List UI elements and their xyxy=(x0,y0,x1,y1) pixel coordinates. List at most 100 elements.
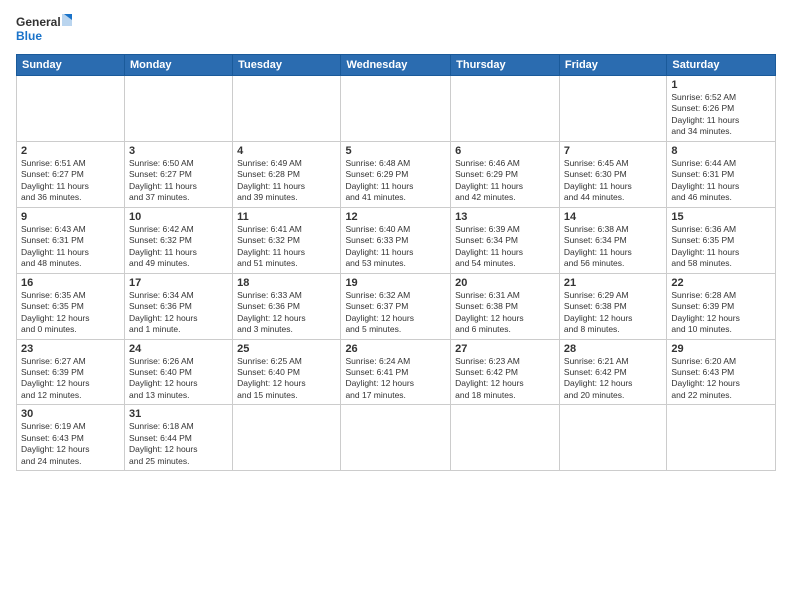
calendar-cell xyxy=(341,405,451,471)
day-number: 13 xyxy=(455,211,555,223)
calendar-week-3: 16Sunrise: 6:35 AM Sunset: 6:35 PM Dayli… xyxy=(17,273,776,339)
calendar-cell: 18Sunrise: 6:33 AM Sunset: 6:36 PM Dayli… xyxy=(233,273,341,339)
day-number: 3 xyxy=(129,145,228,157)
calendar-cell xyxy=(559,405,666,471)
day-number: 30 xyxy=(21,408,120,420)
weekday-header-saturday: Saturday xyxy=(667,55,776,76)
day-number: 4 xyxy=(237,145,336,157)
day-info: Sunrise: 6:49 AM Sunset: 6:28 PM Dayligh… xyxy=(237,158,336,204)
calendar-week-4: 23Sunrise: 6:27 AM Sunset: 6:39 PM Dayli… xyxy=(17,339,776,405)
calendar-cell xyxy=(667,405,776,471)
day-info: Sunrise: 6:48 AM Sunset: 6:29 PM Dayligh… xyxy=(345,158,446,204)
day-number: 9 xyxy=(21,211,120,223)
calendar-cell: 28Sunrise: 6:21 AM Sunset: 6:42 PM Dayli… xyxy=(559,339,666,405)
day-info: Sunrise: 6:23 AM Sunset: 6:42 PM Dayligh… xyxy=(455,356,555,402)
day-info: Sunrise: 6:28 AM Sunset: 6:39 PM Dayligh… xyxy=(671,290,771,336)
day-number: 19 xyxy=(345,277,446,289)
calendar-cell xyxy=(233,405,341,471)
day-number: 25 xyxy=(237,343,336,355)
calendar-week-2: 9Sunrise: 6:43 AM Sunset: 6:31 PM Daylig… xyxy=(17,207,776,273)
calendar-cell: 25Sunrise: 6:25 AM Sunset: 6:40 PM Dayli… xyxy=(233,339,341,405)
day-info: Sunrise: 6:32 AM Sunset: 6:37 PM Dayligh… xyxy=(345,290,446,336)
calendar-cell xyxy=(124,76,232,142)
day-info: Sunrise: 6:18 AM Sunset: 6:44 PM Dayligh… xyxy=(129,421,228,467)
calendar-cell: 4Sunrise: 6:49 AM Sunset: 6:28 PM Daylig… xyxy=(233,141,341,207)
calendar-cell: 19Sunrise: 6:32 AM Sunset: 6:37 PM Dayli… xyxy=(341,273,451,339)
calendar-cell: 16Sunrise: 6:35 AM Sunset: 6:35 PM Dayli… xyxy=(17,273,125,339)
day-info: Sunrise: 6:27 AM Sunset: 6:39 PM Dayligh… xyxy=(21,356,120,402)
calendar-cell: 15Sunrise: 6:36 AM Sunset: 6:35 PM Dayli… xyxy=(667,207,776,273)
day-info: Sunrise: 6:21 AM Sunset: 6:42 PM Dayligh… xyxy=(564,356,662,402)
day-number: 10 xyxy=(129,211,228,223)
weekday-header-thursday: Thursday xyxy=(451,55,560,76)
day-info: Sunrise: 6:46 AM Sunset: 6:29 PM Dayligh… xyxy=(455,158,555,204)
weekday-header-sunday: Sunday xyxy=(17,55,125,76)
svg-text:Blue: Blue xyxy=(16,29,42,43)
weekday-header-wednesday: Wednesday xyxy=(341,55,451,76)
logo-svg: General Blue xyxy=(16,12,74,48)
calendar-cell: 29Sunrise: 6:20 AM Sunset: 6:43 PM Dayli… xyxy=(667,339,776,405)
calendar-cell: 14Sunrise: 6:38 AM Sunset: 6:34 PM Dayli… xyxy=(559,207,666,273)
day-number: 28 xyxy=(564,343,662,355)
weekday-header-friday: Friday xyxy=(559,55,666,76)
calendar-cell xyxy=(17,76,125,142)
calendar-cell xyxy=(451,405,560,471)
calendar-cell: 17Sunrise: 6:34 AM Sunset: 6:36 PM Dayli… xyxy=(124,273,232,339)
day-number: 2 xyxy=(21,145,120,157)
day-number: 22 xyxy=(671,277,771,289)
calendar-cell: 9Sunrise: 6:43 AM Sunset: 6:31 PM Daylig… xyxy=(17,207,125,273)
day-number: 18 xyxy=(237,277,336,289)
day-number: 24 xyxy=(129,343,228,355)
calendar-cell: 31Sunrise: 6:18 AM Sunset: 6:44 PM Dayli… xyxy=(124,405,232,471)
day-info: Sunrise: 6:36 AM Sunset: 6:35 PM Dayligh… xyxy=(671,224,771,270)
day-info: Sunrise: 6:33 AM Sunset: 6:36 PM Dayligh… xyxy=(237,290,336,336)
day-info: Sunrise: 6:20 AM Sunset: 6:43 PM Dayligh… xyxy=(671,356,771,402)
day-number: 31 xyxy=(129,408,228,420)
day-number: 8 xyxy=(671,145,771,157)
calendar-cell: 8Sunrise: 6:44 AM Sunset: 6:31 PM Daylig… xyxy=(667,141,776,207)
calendar-cell: 6Sunrise: 6:46 AM Sunset: 6:29 PM Daylig… xyxy=(451,141,560,207)
day-info: Sunrise: 6:51 AM Sunset: 6:27 PM Dayligh… xyxy=(21,158,120,204)
calendar: SundayMondayTuesdayWednesdayThursdayFrid… xyxy=(16,54,776,471)
day-number: 1 xyxy=(671,79,771,91)
calendar-cell: 30Sunrise: 6:19 AM Sunset: 6:43 PM Dayli… xyxy=(17,405,125,471)
day-number: 26 xyxy=(345,343,446,355)
day-info: Sunrise: 6:19 AM Sunset: 6:43 PM Dayligh… xyxy=(21,421,120,467)
weekday-header-tuesday: Tuesday xyxy=(233,55,341,76)
day-info: Sunrise: 6:34 AM Sunset: 6:36 PM Dayligh… xyxy=(129,290,228,336)
weekday-header-monday: Monday xyxy=(124,55,232,76)
day-info: Sunrise: 6:35 AM Sunset: 6:35 PM Dayligh… xyxy=(21,290,120,336)
day-info: Sunrise: 6:43 AM Sunset: 6:31 PM Dayligh… xyxy=(21,224,120,270)
svg-text:General: General xyxy=(16,15,61,29)
day-number: 27 xyxy=(455,343,555,355)
day-info: Sunrise: 6:44 AM Sunset: 6:31 PM Dayligh… xyxy=(671,158,771,204)
day-info: Sunrise: 6:31 AM Sunset: 6:38 PM Dayligh… xyxy=(455,290,555,336)
logo: General Blue xyxy=(16,12,74,48)
day-number: 15 xyxy=(671,211,771,223)
calendar-cell: 12Sunrise: 6:40 AM Sunset: 6:33 PM Dayli… xyxy=(341,207,451,273)
calendar-cell: 22Sunrise: 6:28 AM Sunset: 6:39 PM Dayli… xyxy=(667,273,776,339)
day-number: 16 xyxy=(21,277,120,289)
calendar-cell: 20Sunrise: 6:31 AM Sunset: 6:38 PM Dayli… xyxy=(451,273,560,339)
calendar-cell xyxy=(233,76,341,142)
day-number: 14 xyxy=(564,211,662,223)
calendar-cell xyxy=(341,76,451,142)
calendar-cell: 2Sunrise: 6:51 AM Sunset: 6:27 PM Daylig… xyxy=(17,141,125,207)
day-info: Sunrise: 6:25 AM Sunset: 6:40 PM Dayligh… xyxy=(237,356,336,402)
calendar-week-1: 2Sunrise: 6:51 AM Sunset: 6:27 PM Daylig… xyxy=(17,141,776,207)
calendar-week-5: 30Sunrise: 6:19 AM Sunset: 6:43 PM Dayli… xyxy=(17,405,776,471)
calendar-week-0: 1Sunrise: 6:52 AM Sunset: 6:26 PM Daylig… xyxy=(17,76,776,142)
day-number: 7 xyxy=(564,145,662,157)
calendar-cell: 23Sunrise: 6:27 AM Sunset: 6:39 PM Dayli… xyxy=(17,339,125,405)
calendar-cell xyxy=(559,76,666,142)
day-info: Sunrise: 6:45 AM Sunset: 6:30 PM Dayligh… xyxy=(564,158,662,204)
day-number: 5 xyxy=(345,145,446,157)
calendar-cell xyxy=(451,76,560,142)
day-number: 23 xyxy=(21,343,120,355)
calendar-cell: 26Sunrise: 6:24 AM Sunset: 6:41 PM Dayli… xyxy=(341,339,451,405)
day-info: Sunrise: 6:41 AM Sunset: 6:32 PM Dayligh… xyxy=(237,224,336,270)
calendar-cell: 11Sunrise: 6:41 AM Sunset: 6:32 PM Dayli… xyxy=(233,207,341,273)
calendar-cell: 27Sunrise: 6:23 AM Sunset: 6:42 PM Dayli… xyxy=(451,339,560,405)
day-number: 29 xyxy=(671,343,771,355)
day-info: Sunrise: 6:42 AM Sunset: 6:32 PM Dayligh… xyxy=(129,224,228,270)
